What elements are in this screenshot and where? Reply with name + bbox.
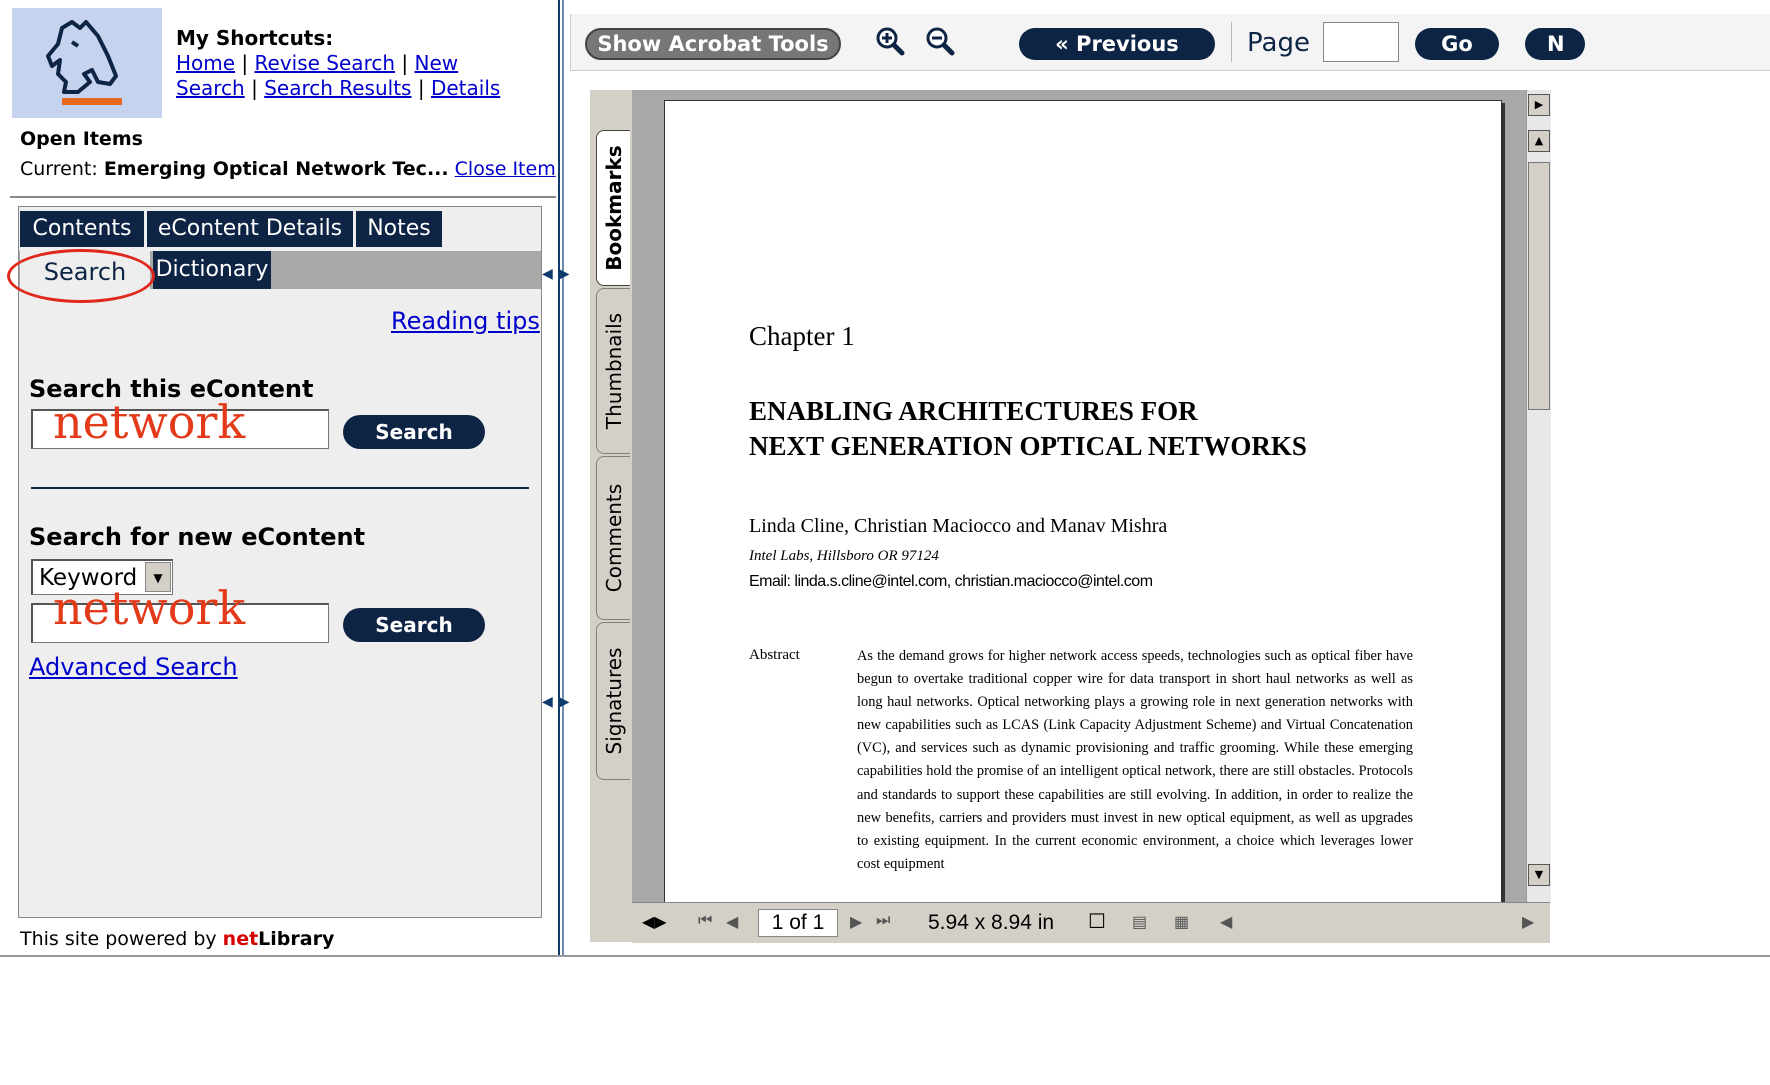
separator: | [417, 76, 425, 100]
highlight-circle [7, 249, 155, 303]
netlibrary-logo[interactable] [12, 8, 162, 118]
previous-button[interactable]: « Previous [1019, 28, 1215, 60]
email: Email: linda.s.cline@intel.com, christia… [749, 573, 1153, 590]
thumbnails-tab-label: Thumbnails [601, 312, 626, 430]
document-title-line1: ENABLING ARCHITECTURES FOR [749, 396, 1198, 426]
scroll-left-icon[interactable]: ◀ [1220, 912, 1232, 932]
tab-notes[interactable]: Notes [356, 211, 442, 247]
powered-by-text: This site powered by [20, 928, 217, 950]
search-new-button[interactable]: Search [343, 608, 485, 642]
revise-search-link[interactable]: Revise Search [255, 51, 396, 75]
search-new-value: network [53, 581, 246, 635]
shortcuts-title: My Shortcuts: [176, 26, 334, 50]
advanced-search-link[interactable]: Advanced Search [29, 653, 238, 681]
bookmarks-tab-label: Bookmarks [601, 145, 626, 271]
page-size: 5.94 x 8.94 in [928, 911, 1055, 934]
signatures-tab[interactable]: Signatures [596, 622, 630, 780]
first-page-icon[interactable]: ⏮ [698, 912, 712, 930]
shortcuts-line1: Home | Revise Search | New [176, 51, 500, 76]
panel-toggle-icon[interactable]: ◀▶ [642, 912, 667, 932]
collapse-arrows-icon[interactable]: ◀▶ [542, 694, 576, 710]
netlibrary-brand[interactable]: netLibrary [223, 928, 335, 950]
current-item: Current: Emerging Optical Network Tec...… [20, 158, 556, 180]
chapter-heading: Chapter 1 [749, 321, 855, 351]
splitter-line [558, 0, 560, 955]
last-page-icon[interactable]: ⏭ [876, 912, 890, 930]
pdf-viewer: Bookmarks Thumbnails Comments Signatures… [590, 90, 1551, 943]
viewer-toolbar: Show Acrobat Tools « Previous Page Go N [570, 14, 1770, 71]
tab-contents[interactable]: Contents [20, 211, 144, 247]
open-items-heading: Open Items [20, 128, 143, 150]
document-title-line2: NEXT GENERATION OPTICAL NETWORKS [749, 431, 1307, 461]
brand-net: net [222, 928, 259, 950]
thumbnails-tab[interactable]: Thumbnails [596, 288, 630, 454]
new-search-link-part2[interactable]: Search [176, 76, 245, 100]
tab-econtent-details[interactable]: eContent Details [147, 211, 353, 247]
scroll-down-icon[interactable]: ▼ [1528, 864, 1550, 886]
separator: | [251, 76, 258, 100]
comments-tab[interactable]: Comments [596, 456, 630, 620]
tab-dictionary[interactable]: Dictionary [153, 251, 271, 289]
prev-page-icon[interactable]: ◀ [726, 912, 738, 932]
separator: | [401, 51, 409, 75]
reading-tips-link[interactable]: Reading tips [391, 307, 540, 335]
divider [1231, 22, 1232, 62]
left-pane: My Shortcuts: Home | Revise Search | New… [0, 0, 556, 1085]
vertical-scrollbar[interactable]: ▶ ▲ ▼ [1526, 90, 1551, 902]
show-acrobat-tools-button[interactable]: Show Acrobat Tools [585, 28, 841, 60]
authors: Linda Cline, Christian Maciocco and Mana… [749, 515, 1168, 537]
splitter-line [562, 0, 564, 955]
abstract-text: As the demand grows for higher network a… [857, 648, 1413, 872]
page-number-input[interactable] [1323, 22, 1399, 62]
collapse-arrows-icon[interactable]: ◀▶ [542, 266, 576, 282]
scroll-right-icon[interactable]: ▶ [1522, 912, 1534, 932]
details-link[interactable]: Details [431, 76, 500, 100]
divider [10, 196, 556, 198]
bottom-divider [0, 955, 1770, 957]
search-this-button[interactable]: Search [343, 415, 485, 449]
document-page: Chapter 1 ENABLING ARCHITECTURES FOR NEX… [664, 100, 1502, 904]
current-item-title: Emerging Optical Network Tec... [103, 158, 449, 180]
search-results-link[interactable]: Search Results [264, 76, 411, 100]
current-label: Current: [20, 158, 98, 180]
next-button[interactable]: N [1525, 28, 1585, 60]
search-this-value: network [53, 395, 246, 449]
search-new-label: Search for new eContent [29, 523, 366, 551]
side-panel: Contents eContent Details Notes Search D… [7, 206, 542, 918]
continuous-icon[interactable]: ▤ [1132, 912, 1147, 932]
status-bar: ◀▶ ⏮ ◀ 1 of 1 ▶ ⏭ 5.94 x 8.94 in ☐ ▤ ▦ ◀… [632, 902, 1550, 943]
separator: | [241, 51, 249, 75]
page-label: Page [1247, 28, 1310, 58]
page-indicator[interactable]: 1 of 1 [758, 909, 838, 937]
logo-bar [62, 98, 122, 105]
affiliation: Intel Labs, Hillsboro OR 97124 [749, 548, 939, 564]
zoom-in-icon[interactable] [875, 26, 905, 56]
new-search-link-part1[interactable]: New [415, 51, 459, 75]
comments-tab-label: Comments [601, 483, 626, 593]
facing-pages-icon[interactable]: ▦ [1174, 912, 1189, 932]
shortcuts: My Shortcuts: Home | Revise Search | New… [176, 26, 500, 101]
scroll-thumb[interactable] [1528, 162, 1550, 410]
divider [31, 487, 529, 489]
scroll-up-icon[interactable]: ▲ [1528, 130, 1550, 152]
navigation-tabs: Bookmarks Thumbnails Comments Signatures [590, 90, 632, 942]
pane-splitter[interactable] [556, 0, 566, 1085]
page-forward-icon[interactable]: ▶ [1528, 94, 1550, 116]
next-page-icon[interactable]: ▶ [850, 912, 862, 932]
zoom-out-icon[interactable] [925, 26, 955, 56]
home-link[interactable]: Home [176, 51, 235, 75]
signatures-tab-label: Signatures [601, 647, 626, 755]
bookmarks-tab[interactable]: Bookmarks [596, 130, 630, 286]
powered-by: This site powered by netLibrary [20, 928, 334, 950]
abstract-label: Abstract [749, 647, 800, 663]
shortcuts-line2: Search | Search Results | Details [176, 76, 500, 101]
close-item-link[interactable]: Close Item [455, 158, 556, 180]
go-button[interactable]: Go [1415, 28, 1499, 60]
document-area: Chapter 1 ENABLING ARCHITECTURES FOR NEX… [632, 90, 1526, 904]
brand-library: Library [258, 928, 335, 950]
single-page-icon[interactable]: ☐ [1088, 909, 1106, 934]
